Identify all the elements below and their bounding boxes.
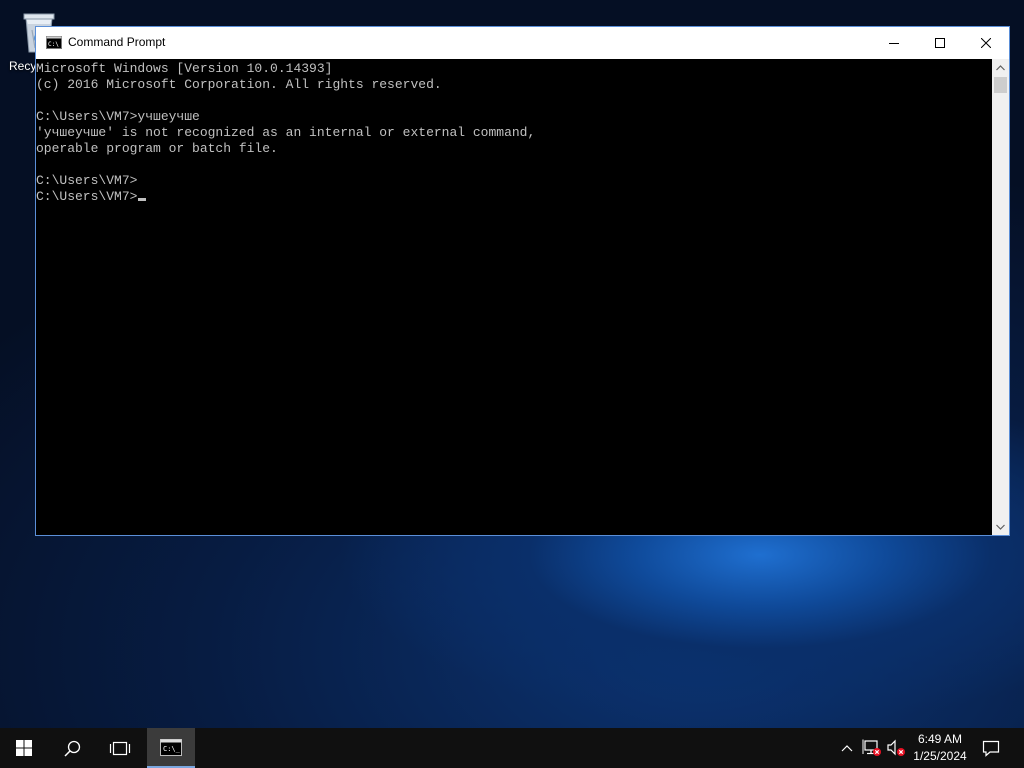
action-center-button[interactable] [978,728,1004,768]
console-output[interactable]: Microsoft Windows [Version 10.0.14393] (… [36,59,992,535]
console-line: 'учшеучше' is not recognized as an inter… [36,125,536,140]
minimize-icon [889,43,899,44]
show-hidden-icons-button[interactable] [836,728,858,768]
task-view-button[interactable] [96,728,144,768]
network-error-icon [862,739,881,756]
chevron-up-icon [996,64,1005,70]
scrollbar-thumb[interactable] [994,77,1007,93]
taskbar: C:\_ 6:49 AM 1/25/2024 [0,728,1024,768]
window-title: Command Prompt [68,35,166,49]
start-button[interactable] [0,728,48,768]
maximize-button[interactable] [917,27,963,59]
title-bar[interactable]: C:\ Command Prompt [36,27,1009,59]
clock-time: 6:49 AM [917,732,963,746]
console-line: C:\Users\VM7> [36,173,138,188]
network-tray-button[interactable] [860,728,884,768]
windows-logo-icon [16,740,32,756]
task-view-icon [109,741,131,755]
search-icon [63,740,80,757]
volume-muted-icon [887,739,905,756]
maximize-icon [935,38,945,48]
cmd-icon: C:\_ [160,738,182,756]
search-button[interactable] [48,728,96,768]
close-icon [981,38,991,48]
console-line: (c) 2016 Microsoft Corporation. All righ… [36,77,442,92]
cmd-icon: C:\ [46,36,62,49]
command-prompt-window[interactable]: C:\ Command Prompt Microsoft Windows [Ve… [35,26,1010,536]
svg-text:C:\: C:\ [48,41,59,48]
chevron-down-icon [996,524,1005,530]
desktop-icon-label: Recy [9,59,37,73]
scroll-up-button[interactable] [992,59,1009,76]
action-center-icon [982,740,1000,757]
chevron-up-icon [841,745,853,752]
svg-text:C:\_: C:\_ [163,745,181,753]
text-cursor [138,198,147,201]
clock-date: 1/25/2024 [913,749,967,763]
console-line: Microsoft Windows [Version 10.0.14393] [36,61,333,76]
scroll-down-button[interactable] [992,518,1009,535]
console-prompt-line[interactable]: C:\Users\VM7> [36,189,992,205]
volume-tray-button[interactable] [884,728,908,768]
console-prompt-text: C:\Users\VM7> [36,189,138,204]
taskbar-command-prompt[interactable]: C:\_ [147,728,195,768]
vertical-scrollbar[interactable] [992,59,1009,535]
system-clock[interactable]: 6:49 AM 1/25/2024 [910,731,970,765]
console-line: operable program or batch file. [36,141,278,156]
close-button[interactable] [963,27,1009,59]
minimize-button[interactable] [871,27,917,59]
console-line: C:\Users\VM7>учшеучше [36,109,200,124]
